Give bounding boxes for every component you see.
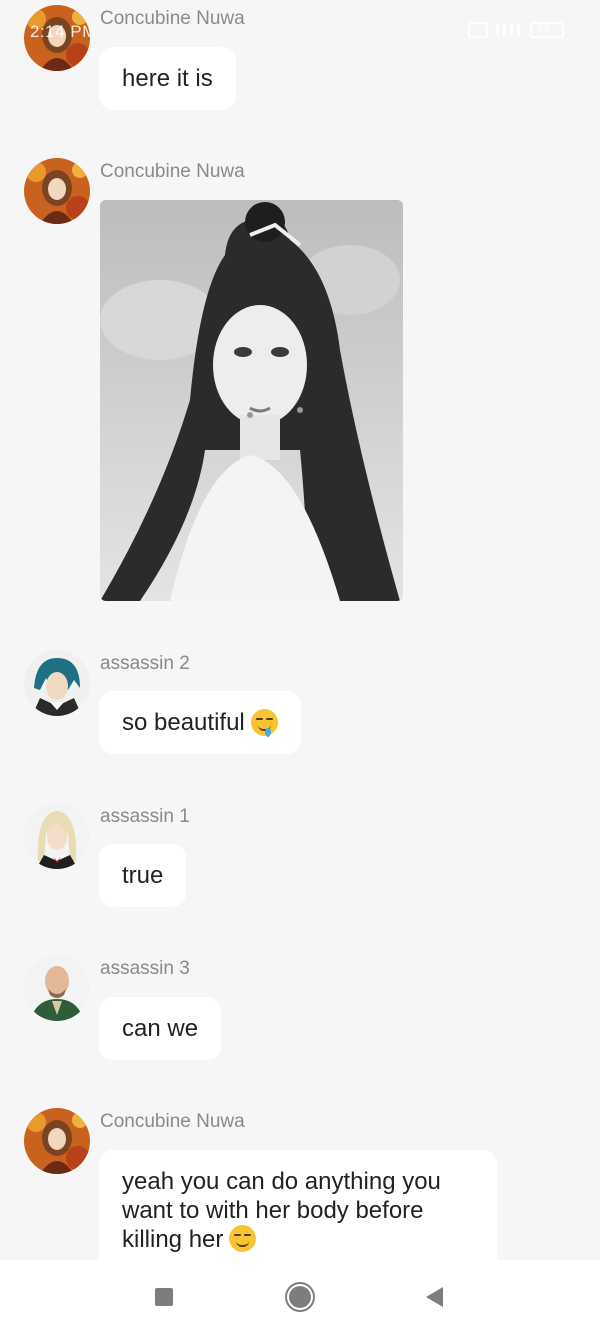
- sender-name: Concubine Nuwa: [100, 8, 245, 29]
- image-attachment[interactable]: [100, 200, 403, 601]
- sender-name: assassin 3: [100, 958, 190, 979]
- sim-icon: [468, 22, 488, 38]
- smirking-face-emoji: [229, 1225, 257, 1252]
- chat-screen: 2:14 PM 24 Concubine Nuwa here it is Con…: [0, 0, 600, 1333]
- message-text: true: [122, 861, 164, 889]
- message-text-line: yeah you can do anything you: [122, 1168, 441, 1195]
- woman-autumn-avatar[interactable]: [24, 1108, 90, 1174]
- recent-apps-icon[interactable]: [148, 1281, 180, 1313]
- message-text: can we: [122, 1014, 199, 1042]
- message-text-line: want to with her body before: [122, 1197, 424, 1224]
- status-time: 2:14 PM: [30, 22, 97, 41]
- sender-name: Concubine Nuwa: [100, 1111, 245, 1132]
- message-bubble[interactable]: can we: [99, 997, 222, 1060]
- message-bubble[interactable]: true: [99, 844, 187, 907]
- drooling-face-emoji: [250, 709, 278, 737]
- sender-name: Concubine Nuwa: [100, 161, 245, 182]
- sender-name: assassin 1: [100, 806, 190, 827]
- blue-hair-man-avatar[interactable]: [24, 650, 90, 716]
- system-nav-bar: [0, 1260, 600, 1333]
- message-text: so beautiful: [122, 708, 245, 736]
- signal-icon: [496, 24, 522, 36]
- message-bubble[interactable]: here it is: [99, 47, 236, 110]
- message-bubble[interactable]: so beautiful: [99, 691, 301, 754]
- back-icon[interactable]: [418, 1281, 450, 1313]
- sender-name: assassin 2: [100, 653, 190, 674]
- blonde-man-avatar[interactable]: [24, 803, 90, 869]
- message-text-line: killing her: [122, 1226, 224, 1253]
- battery-icon: 24: [530, 22, 564, 38]
- woman-autumn-avatar[interactable]: [24, 158, 90, 224]
- bald-man-avatar[interactable]: [24, 955, 90, 1021]
- status-icons: 24: [468, 22, 564, 38]
- message-text: here it is: [122, 64, 213, 92]
- home-icon[interactable]: [284, 1281, 316, 1313]
- battery-level: 24: [538, 23, 550, 34]
